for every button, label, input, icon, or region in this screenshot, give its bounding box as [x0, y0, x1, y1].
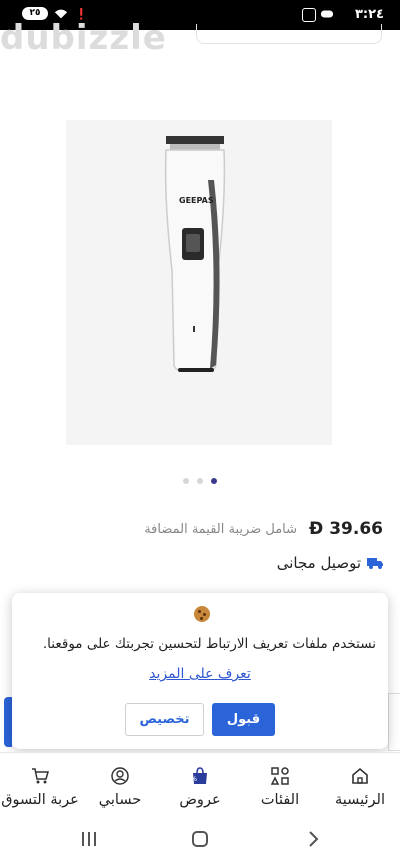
nav-label: عربة التسوق	[1, 792, 79, 808]
categories-icon	[270, 767, 289, 785]
price-row: 39.66 Đ شامل ضريبة القيمة المضافة	[144, 519, 383, 539]
cookie-message: نستخدم ملفات تعريف الارتباط لتحسين تجربت…	[42, 636, 376, 652]
home-button-icon[interactable]	[191, 830, 209, 848]
carousel-dot[interactable]	[197, 478, 203, 484]
brand-watermark: dubizzle	[0, 18, 167, 58]
underlying-card-edge	[388, 693, 400, 751]
delivery-label: توصيل مجانى	[276, 554, 361, 572]
underlying-button-edge	[4, 697, 12, 747]
nav-label: الفئات	[260, 792, 300, 808]
truck-icon	[367, 558, 383, 569]
cookie-icon	[194, 606, 210, 622]
delivery-row: توصيل مجانى	[277, 554, 383, 572]
price: 39.66 Đ	[309, 519, 383, 539]
learn-more-link[interactable]: تعرف على المزيد	[12, 666, 388, 682]
offers-bag-icon: %	[190, 767, 207, 784]
system-nav-bar	[0, 814, 400, 866]
recent-apps-icon[interactable]	[80, 830, 98, 848]
svg-text:%: %	[190, 775, 197, 783]
back-icon[interactable]	[304, 830, 322, 848]
trimmer-illustration: GEEPAS	[66, 120, 332, 445]
nav-item-categories[interactable]: الفئات	[240, 753, 320, 814]
status-right-icons	[302, 8, 334, 22]
nav-label: عروض	[179, 792, 221, 808]
status-time: ٣:٢٤	[354, 7, 384, 22]
accept-button[interactable]: قبول	[212, 703, 275, 736]
carousel-dot[interactable]	[183, 478, 189, 484]
home-icon	[352, 767, 368, 784]
bottom-nav: الرئيسية الفئات % عروض حسابي عربة التسوق	[0, 752, 400, 814]
customize-button[interactable]: تخصيص	[125, 703, 204, 736]
nav-item-cart[interactable]: عربة التسوق	[0, 753, 80, 814]
nav-item-home[interactable]: الرئيسية	[320, 753, 400, 814]
nav-item-account[interactable]: حسابي	[80, 753, 160, 814]
gamepad-icon	[320, 10, 334, 18]
nav-label: الرئيسية	[335, 792, 385, 808]
carousel-dots[interactable]	[183, 478, 217, 484]
currency-symbol: Đ	[309, 519, 324, 539]
cookie-consent-dialog: نستخدم ملفات تعريف الارتباط لتحسين تجربت…	[12, 593, 388, 749]
vat-note: شامل ضريبة القيمة المضافة	[144, 521, 298, 537]
cart-icon	[32, 768, 49, 784]
header-search-pill[interactable]	[196, 24, 382, 44]
nav-item-offers[interactable]: % عروض	[160, 753, 240, 814]
screenshot-icon	[302, 8, 316, 22]
account-icon	[111, 767, 129, 785]
trimmer-brand-text: GEEPAS	[179, 196, 214, 205]
price-amount: 39.66	[329, 519, 383, 539]
nav-label: حسابي	[98, 792, 142, 808]
carousel-dot-active[interactable]	[211, 478, 217, 484]
product-image[interactable]: GEEPAS	[66, 120, 332, 445]
